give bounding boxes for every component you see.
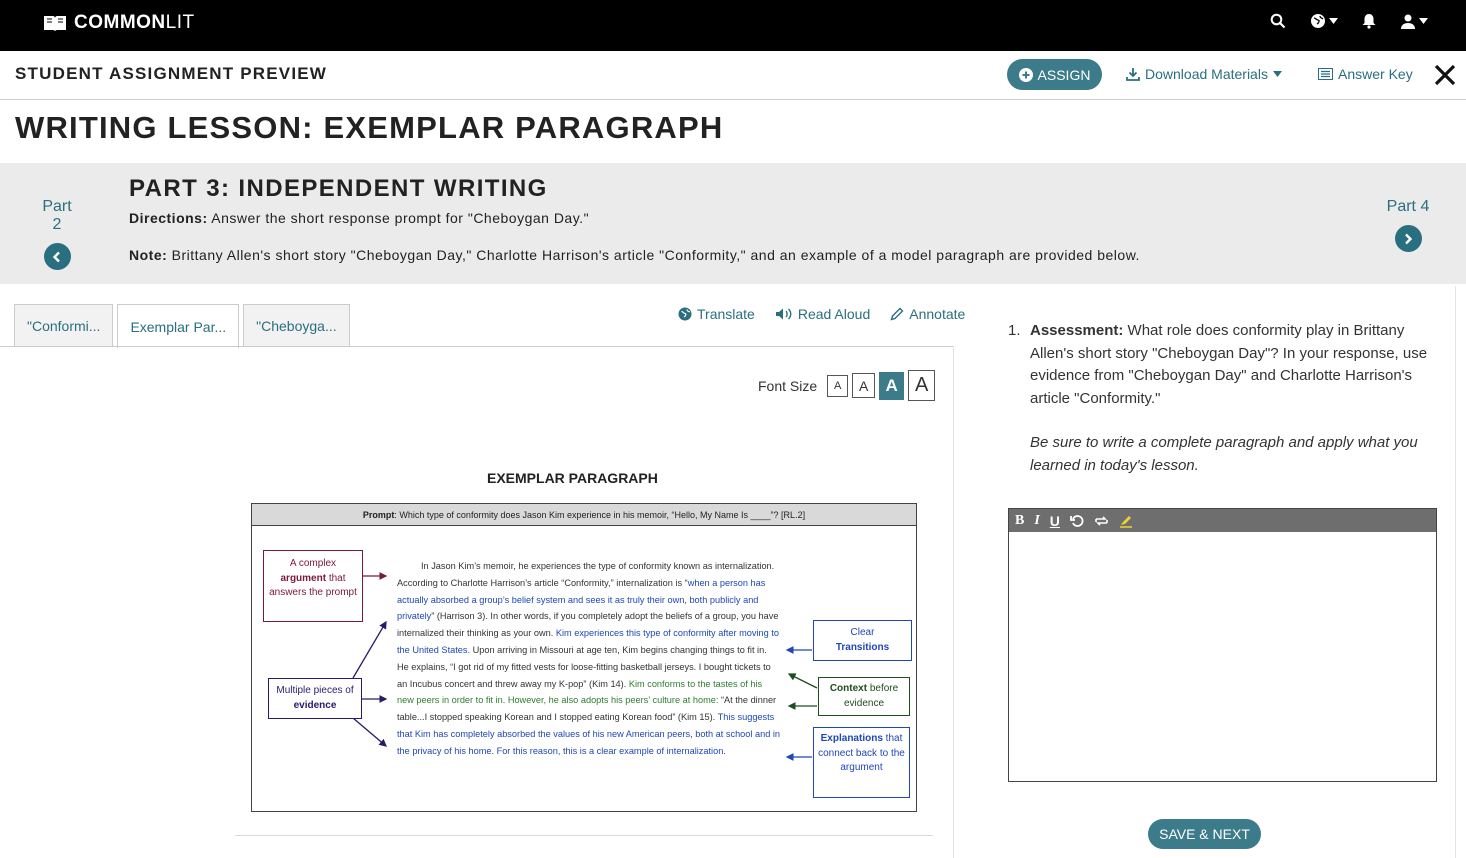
- right-edge-divider: [1455, 286, 1456, 858]
- globe-icon: [678, 307, 692, 321]
- question-number: 1.: [1008, 322, 1021, 339]
- book-icon: [44, 16, 66, 31]
- read-aloud-button[interactable]: Read Aloud: [775, 306, 870, 322]
- directions-label: Directions:: [129, 210, 208, 226]
- download-label: Download Materials: [1145, 66, 1268, 82]
- prev-part-label: Part 2: [42, 198, 72, 233]
- caret-down-icon: [1272, 71, 1282, 77]
- label-explanations: Explanations that connect back to the ar…: [813, 727, 910, 798]
- question-instruction: Be sure to write a complete paragraph an…: [1030, 434, 1418, 474]
- arrow-context-1: [787, 673, 818, 689]
- part-navigation: Part 2 PART 3: INDEPENDENT WRITING Direc…: [0, 163, 1466, 284]
- save-next-button[interactable]: SAVE & NEXT: [1148, 819, 1261, 849]
- arrow-evidence-3: [352, 717, 387, 747]
- brand-light: LIT: [165, 12, 195, 33]
- label-evidence-a: Multiple pieces of: [276, 685, 354, 696]
- annotate-button[interactable]: Annotate: [890, 306, 965, 322]
- answer-key-button[interactable]: Answer Key: [1318, 66, 1413, 82]
- chevron-left-icon[interactable]: [43, 243, 71, 270]
- font-size-lg[interactable]: A: [908, 370, 936, 401]
- assign-button[interactable]: ASSIGN: [1007, 59, 1102, 90]
- note: Note: Brittany Allen's short story "Cheb…: [129, 247, 1140, 263]
- answer-key-label: Answer Key: [1338, 66, 1413, 82]
- list-icon: [1318, 68, 1333, 80]
- response-textarea[interactable]: [1011, 534, 1423, 767]
- part-title: PART 3: INDEPENDENT WRITING: [129, 175, 548, 202]
- undo-icon[interactable]: [1070, 514, 1084, 528]
- chevron-right-icon[interactable]: [1394, 225, 1422, 252]
- commonlit-logo[interactable]: COMMON LIT: [42, 12, 195, 34]
- italic-button[interactable]: I: [1034, 513, 1039, 529]
- highlighter-icon[interactable]: [1119, 514, 1133, 528]
- speaker-icon: [775, 308, 792, 320]
- globe-icon[interactable]: [1310, 13, 1338, 29]
- directions: Directions: Answer the short response pr…: [129, 210, 589, 226]
- prev-part-link[interactable]: Part 2: [36, 198, 78, 270]
- label-complex-b: argument: [280, 572, 327, 584]
- panel-divider: [953, 346, 954, 858]
- question-label: Assessment:: [1030, 322, 1124, 339]
- tabs-divider: [0, 346, 953, 347]
- top-navbar: COMMON LIT: [0, 0, 1466, 51]
- annotate-label: Annotate: [909, 306, 966, 322]
- label-context: Context before evidence: [818, 677, 910, 716]
- response-editor: B I U: [1008, 508, 1437, 782]
- plus-circle-icon: [1018, 67, 1033, 82]
- content-bottom-rule: [235, 835, 933, 836]
- font-size-label: Font Size: [758, 377, 818, 394]
- exemplar-paragraph: In Jason Kim’s memoir, he experiences th…: [397, 558, 781, 760]
- label-multiple-evidence: Multiple pieces of evidence: [268, 678, 362, 719]
- next-part-link[interactable]: Part 4: [1386, 198, 1430, 252]
- tab-exemplar[interactable]: Exemplar Par...: [117, 304, 240, 348]
- font-size-sm[interactable]: A: [852, 373, 876, 398]
- tab-conformity[interactable]: "Conformi...: [14, 304, 114, 347]
- directions-text: Answer the short response prompt for "Ch…: [207, 210, 590, 226]
- search-icon[interactable]: [1270, 13, 1286, 29]
- next-part-label: Part 4: [1386, 198, 1430, 215]
- label-context-a: Context: [829, 683, 868, 694]
- bell-icon[interactable]: [1362, 13, 1376, 29]
- read-aloud-label: Read Aloud: [797, 306, 871, 322]
- exemplar-figure: Prompt: Which type of conformity does Ja…: [251, 503, 917, 812]
- chevron-down-icon: [1329, 18, 1338, 24]
- font-size-control: Font Size A A A A: [758, 370, 936, 401]
- preview-header: STUDENT ASSIGNMENT PREVIEW ASSIGN Downlo…: [0, 51, 1466, 100]
- label-transitions: Clear Transitions: [813, 620, 912, 661]
- font-size-md[interactable]: A: [879, 371, 905, 400]
- label-evidence-b: evidence: [293, 699, 337, 711]
- pencil-icon: [890, 307, 904, 321]
- user-icon[interactable]: [1400, 13, 1428, 29]
- note-text: Brittany Allen's short story "Cheboygan …: [167, 247, 1140, 263]
- tab-cheboygan[interactable]: "Cheboyga...: [243, 304, 350, 347]
- brand-bold: COMMON: [74, 12, 166, 33]
- translate-button[interactable]: Translate: [678, 306, 755, 322]
- note-label: Note:: [129, 247, 168, 263]
- preview-title: STUDENT ASSIGNMENT PREVIEW: [15, 64, 328, 83]
- lesson-title: WRITING LESSON: EXEMPLAR PARAGRAPH: [15, 110, 724, 145]
- label-transitions-a: Clear: [850, 627, 875, 638]
- download-icon: [1126, 68, 1140, 81]
- redo-icon[interactable]: [1094, 514, 1109, 528]
- download-materials-button[interactable]: Download Materials: [1126, 66, 1282, 82]
- underline-button[interactable]: U: [1050, 513, 1060, 529]
- font-size-xs[interactable]: A: [827, 374, 849, 397]
- reading-tools: Translate Read Aloud Annotate: [678, 306, 965, 322]
- label-explain-a: Explanations: [820, 733, 883, 744]
- close-icon[interactable]: [1432, 61, 1458, 89]
- chevron-down-icon: [1419, 18, 1428, 24]
- arrow-evidence-1: [352, 620, 387, 679]
- exemplar-heading: EXEMPLAR PARAGRAPH: [487, 470, 658, 486]
- bold-button[interactable]: B: [1015, 513, 1024, 529]
- editor-toolbar: B I U: [1009, 509, 1436, 532]
- translate-label: Translate: [697, 306, 755, 322]
- assign-label: ASSIGN: [1037, 66, 1091, 83]
- label-transitions-b: Transitions: [835, 641, 890, 653]
- label-complex-argument: A complex argument that answers the promp…: [263, 550, 363, 622]
- question-prompt: Assessment: What role does conformity pl…: [1030, 320, 1440, 410]
- label-complex-a: A complex: [289, 558, 337, 569]
- text-tabs: "Conformi... Exemplar Par... "Cheboyga..…: [14, 304, 350, 348]
